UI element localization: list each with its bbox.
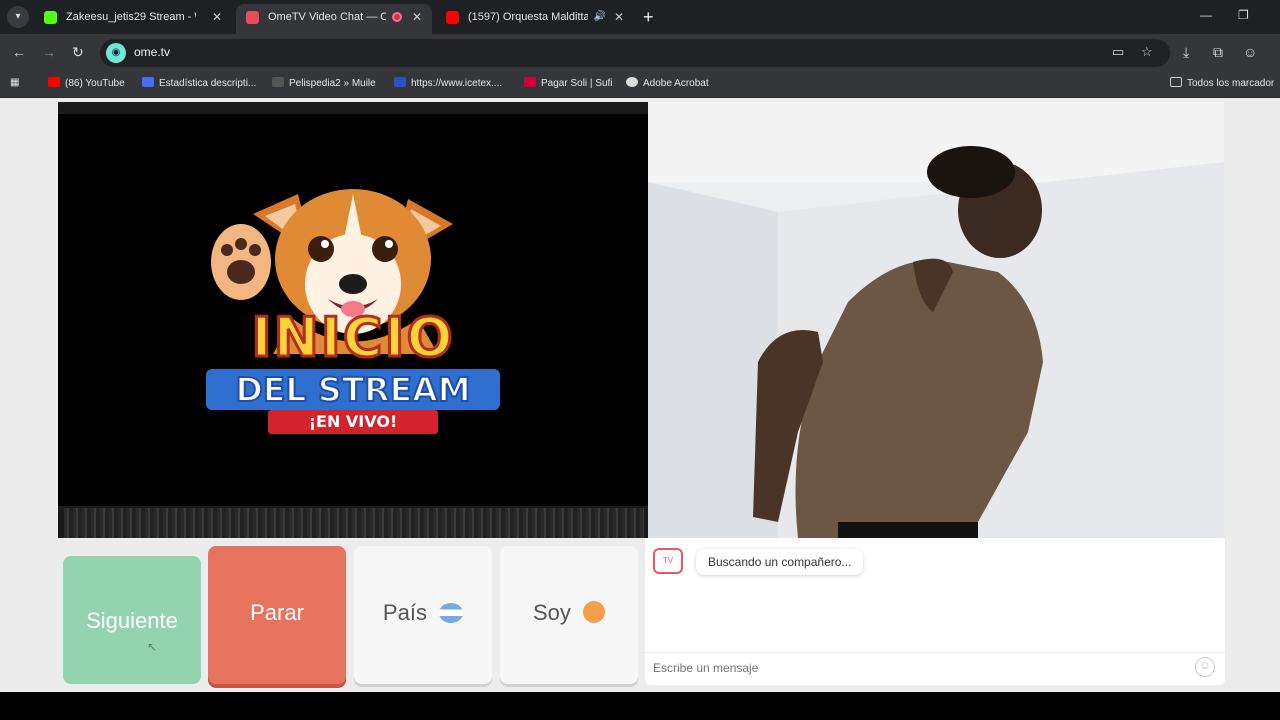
youtube-icon: [48, 77, 60, 87]
stop-button-label: Parar: [250, 600, 304, 625]
message-input[interactable]: [653, 661, 1173, 675]
apps-grid-icon[interactable]: ▦: [10, 77, 19, 88]
own-camera-video: INICIO DEL STREAM ¡EN VIVO!: [58, 102, 648, 538]
boy-face-icon: [583, 601, 606, 623]
status-message: Buscando un compañero...: [696, 549, 864, 575]
tab-title: Zakeesu_jetis29 Stream - Wat...: [66, 11, 196, 23]
tab-ometv[interactable]: OmeTV Video Chat — Ome... ✕: [236, 4, 432, 34]
mouse-cursor-icon: ↖: [147, 640, 158, 654]
tab-title: OmeTV Video Chat — Ome...: [268, 11, 386, 23]
ometv-logo-icon: TV: [653, 548, 683, 574]
youtube-favicon-icon: [446, 11, 459, 24]
bookmark-icetex[interactable]: https://www.icetex....: [394, 77, 502, 89]
tab-kick-stream[interactable]: Zakeesu_jetis29 Stream - Wat... ✕: [34, 4, 232, 34]
adobe-icon: [626, 77, 638, 87]
site-info-icon[interactable]: ◉: [106, 43, 126, 63]
tab-search-icon[interactable]: ▾: [7, 6, 29, 28]
folder-icon: [1170, 77, 1182, 87]
chat-panel: TV Buscando un compañero... ☺: [645, 538, 1225, 685]
extensions-icon[interactable]: ⧉: [1213, 44, 1223, 61]
minimize-icon[interactable]: —: [1200, 8, 1212, 22]
download-icon[interactable]: ⤓: [1183, 44, 1189, 61]
bookmark-pelispedia[interactable]: Pelispedia2 » Muile: [272, 77, 376, 89]
chat-divider: [645, 652, 1225, 653]
bookmark-youtube[interactable]: (86) YouTube: [48, 77, 125, 89]
bottom-black-bar: [0, 692, 1280, 720]
next-button-label: Siguiente: [86, 608, 178, 633]
partner-camera-feed: [648, 102, 1224, 538]
emoji-icon[interactable]: ☺: [1195, 657, 1215, 677]
stream-title-line1: INICIO: [250, 305, 455, 371]
live-badge: ¡EN VIVO!: [268, 410, 438, 434]
country-label: País: [382, 600, 427, 625]
ometv-favicon-icon: [246, 11, 259, 24]
tab-title: (1597) Orquesta Malditta ...: [468, 11, 588, 23]
address-bar[interactable]: ◉ ome.tv ▭ ☆: [100, 39, 1170, 67]
icetex-icon: [394, 77, 406, 87]
new-tab-icon[interactable]: +: [643, 6, 654, 28]
back-icon[interactable]: ←: [12, 44, 26, 60]
bookmark-adobe[interactable]: Adobe Acrobat: [626, 77, 709, 89]
stop-button[interactable]: Parar: [208, 546, 346, 684]
close-tab-icon[interactable]: ✕: [412, 4, 422, 30]
browser-toolbar: ← → ↻ ◉ ome.tv ▭ ☆ ⤓ ⧉ ☺: [0, 34, 1280, 72]
kick-favicon-icon: [44, 11, 57, 24]
document-icon: [142, 77, 154, 87]
sufi-icon: [524, 77, 536, 87]
recording-icon: [392, 12, 402, 22]
partner-video: [648, 102, 1224, 538]
profile-avatar-icon[interactable]: ☺: [1243, 44, 1257, 60]
close-tab-icon[interactable]: ✕: [212, 4, 222, 30]
tab-youtube-orquesta[interactable]: (1597) Orquesta Malditta ... 🔊 ✕: [436, 4, 634, 34]
close-tab-icon[interactable]: ✕: [614, 4, 624, 30]
page-icon: [272, 77, 284, 87]
bookmark-star-icon[interactable]: ☆: [1141, 44, 1153, 60]
gender-label: Soy: [532, 600, 571, 625]
ometv-page: INICIO DEL STREAM ¡EN VIVO! Siguiente ↖ …: [0, 98, 1280, 692]
url-text[interactable]: ome.tv: [134, 45, 170, 59]
gender-selector-button[interactable]: Soy: [500, 546, 638, 684]
stream-start-graphic: INICIO DEL STREAM ¡EN VIVO!: [58, 114, 648, 506]
country-selector-button[interactable]: País: [354, 546, 492, 684]
bookmarks-bar: ▦ (86) YouTube Estadística descripti... …: [0, 72, 1280, 98]
next-button[interactable]: Siguiente ↖: [63, 556, 201, 684]
reload-icon[interactable]: ↻: [72, 44, 84, 61]
bookmark-estadistica[interactable]: Estadística descripti...: [142, 77, 256, 89]
screen: ▾ Zakeesu_jetis29 Stream - Wat... ✕ OmeT…: [0, 0, 1280, 720]
speaker-icon[interactable]: 🔊: [594, 4, 606, 30]
forward-icon[interactable]: →: [42, 44, 56, 60]
all-bookmarks-folder[interactable]: Todos los marcador: [1170, 77, 1274, 89]
bookmark-sufi[interactable]: Pagar Soli | Sufi: [524, 77, 613, 89]
tab-strip: ▾ Zakeesu_jetis29 Stream - Wat... ✕ OmeT…: [0, 0, 1280, 34]
argentina-flag-icon: [439, 603, 464, 623]
camera-noise-strip: [64, 508, 644, 538]
stream-title-line2: DEL STREAM: [206, 369, 500, 410]
restore-icon[interactable]: ❐: [1238, 8, 1249, 22]
cast-icon[interactable]: ▭: [1112, 44, 1124, 60]
